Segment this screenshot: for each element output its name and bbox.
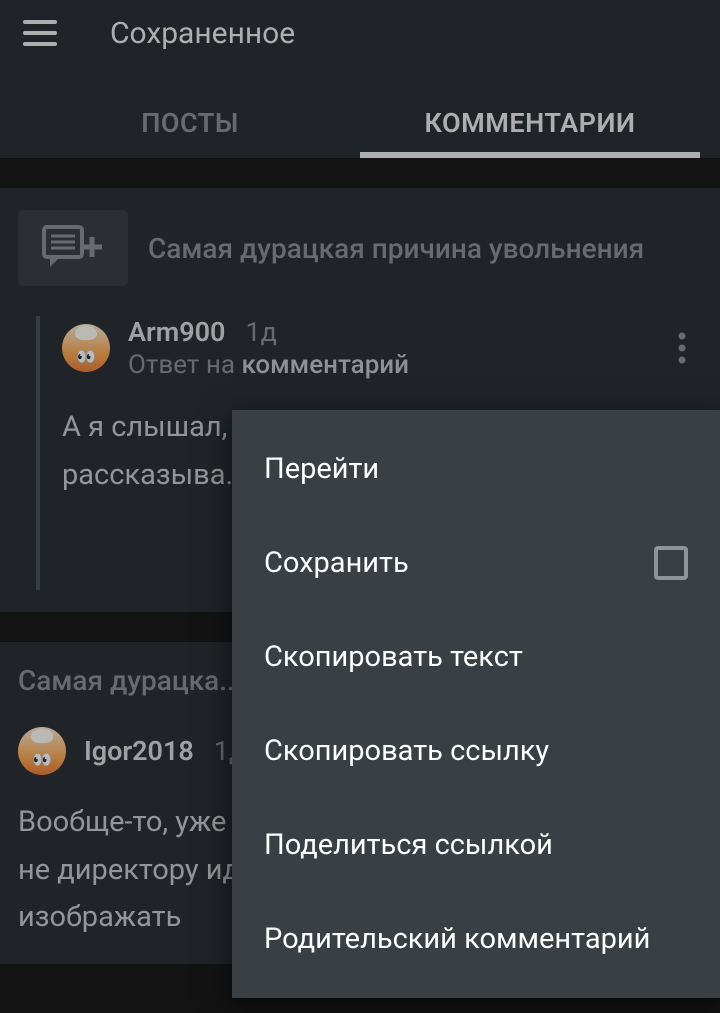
checkbox-icon[interactable] bbox=[654, 546, 688, 580]
context-menu: Перейти Сохранить Скопировать текст Скоп… bbox=[232, 410, 720, 998]
menu-item-goto[interactable]: Перейти bbox=[232, 422, 720, 516]
menu-item-parent-comment[interactable]: Родительский комментарий bbox=[232, 892, 720, 986]
menu-label: Перейти bbox=[264, 452, 379, 486]
menu-label: Скопировать ссылку bbox=[264, 734, 549, 768]
menu-label: Сохранить bbox=[264, 546, 409, 580]
menu-item-copy-text[interactable]: Скопировать текст bbox=[232, 610, 720, 704]
menu-item-copy-link[interactable]: Скопировать ссылку bbox=[232, 704, 720, 798]
menu-item-save[interactable]: Сохранить bbox=[232, 516, 720, 610]
menu-item-share-link[interactable]: Поделиться ссылкой bbox=[232, 798, 720, 892]
menu-label: Поделиться ссылкой bbox=[264, 828, 553, 862]
menu-label: Родительский комментарий bbox=[264, 922, 650, 956]
menu-label: Скопировать текст bbox=[264, 640, 523, 674]
